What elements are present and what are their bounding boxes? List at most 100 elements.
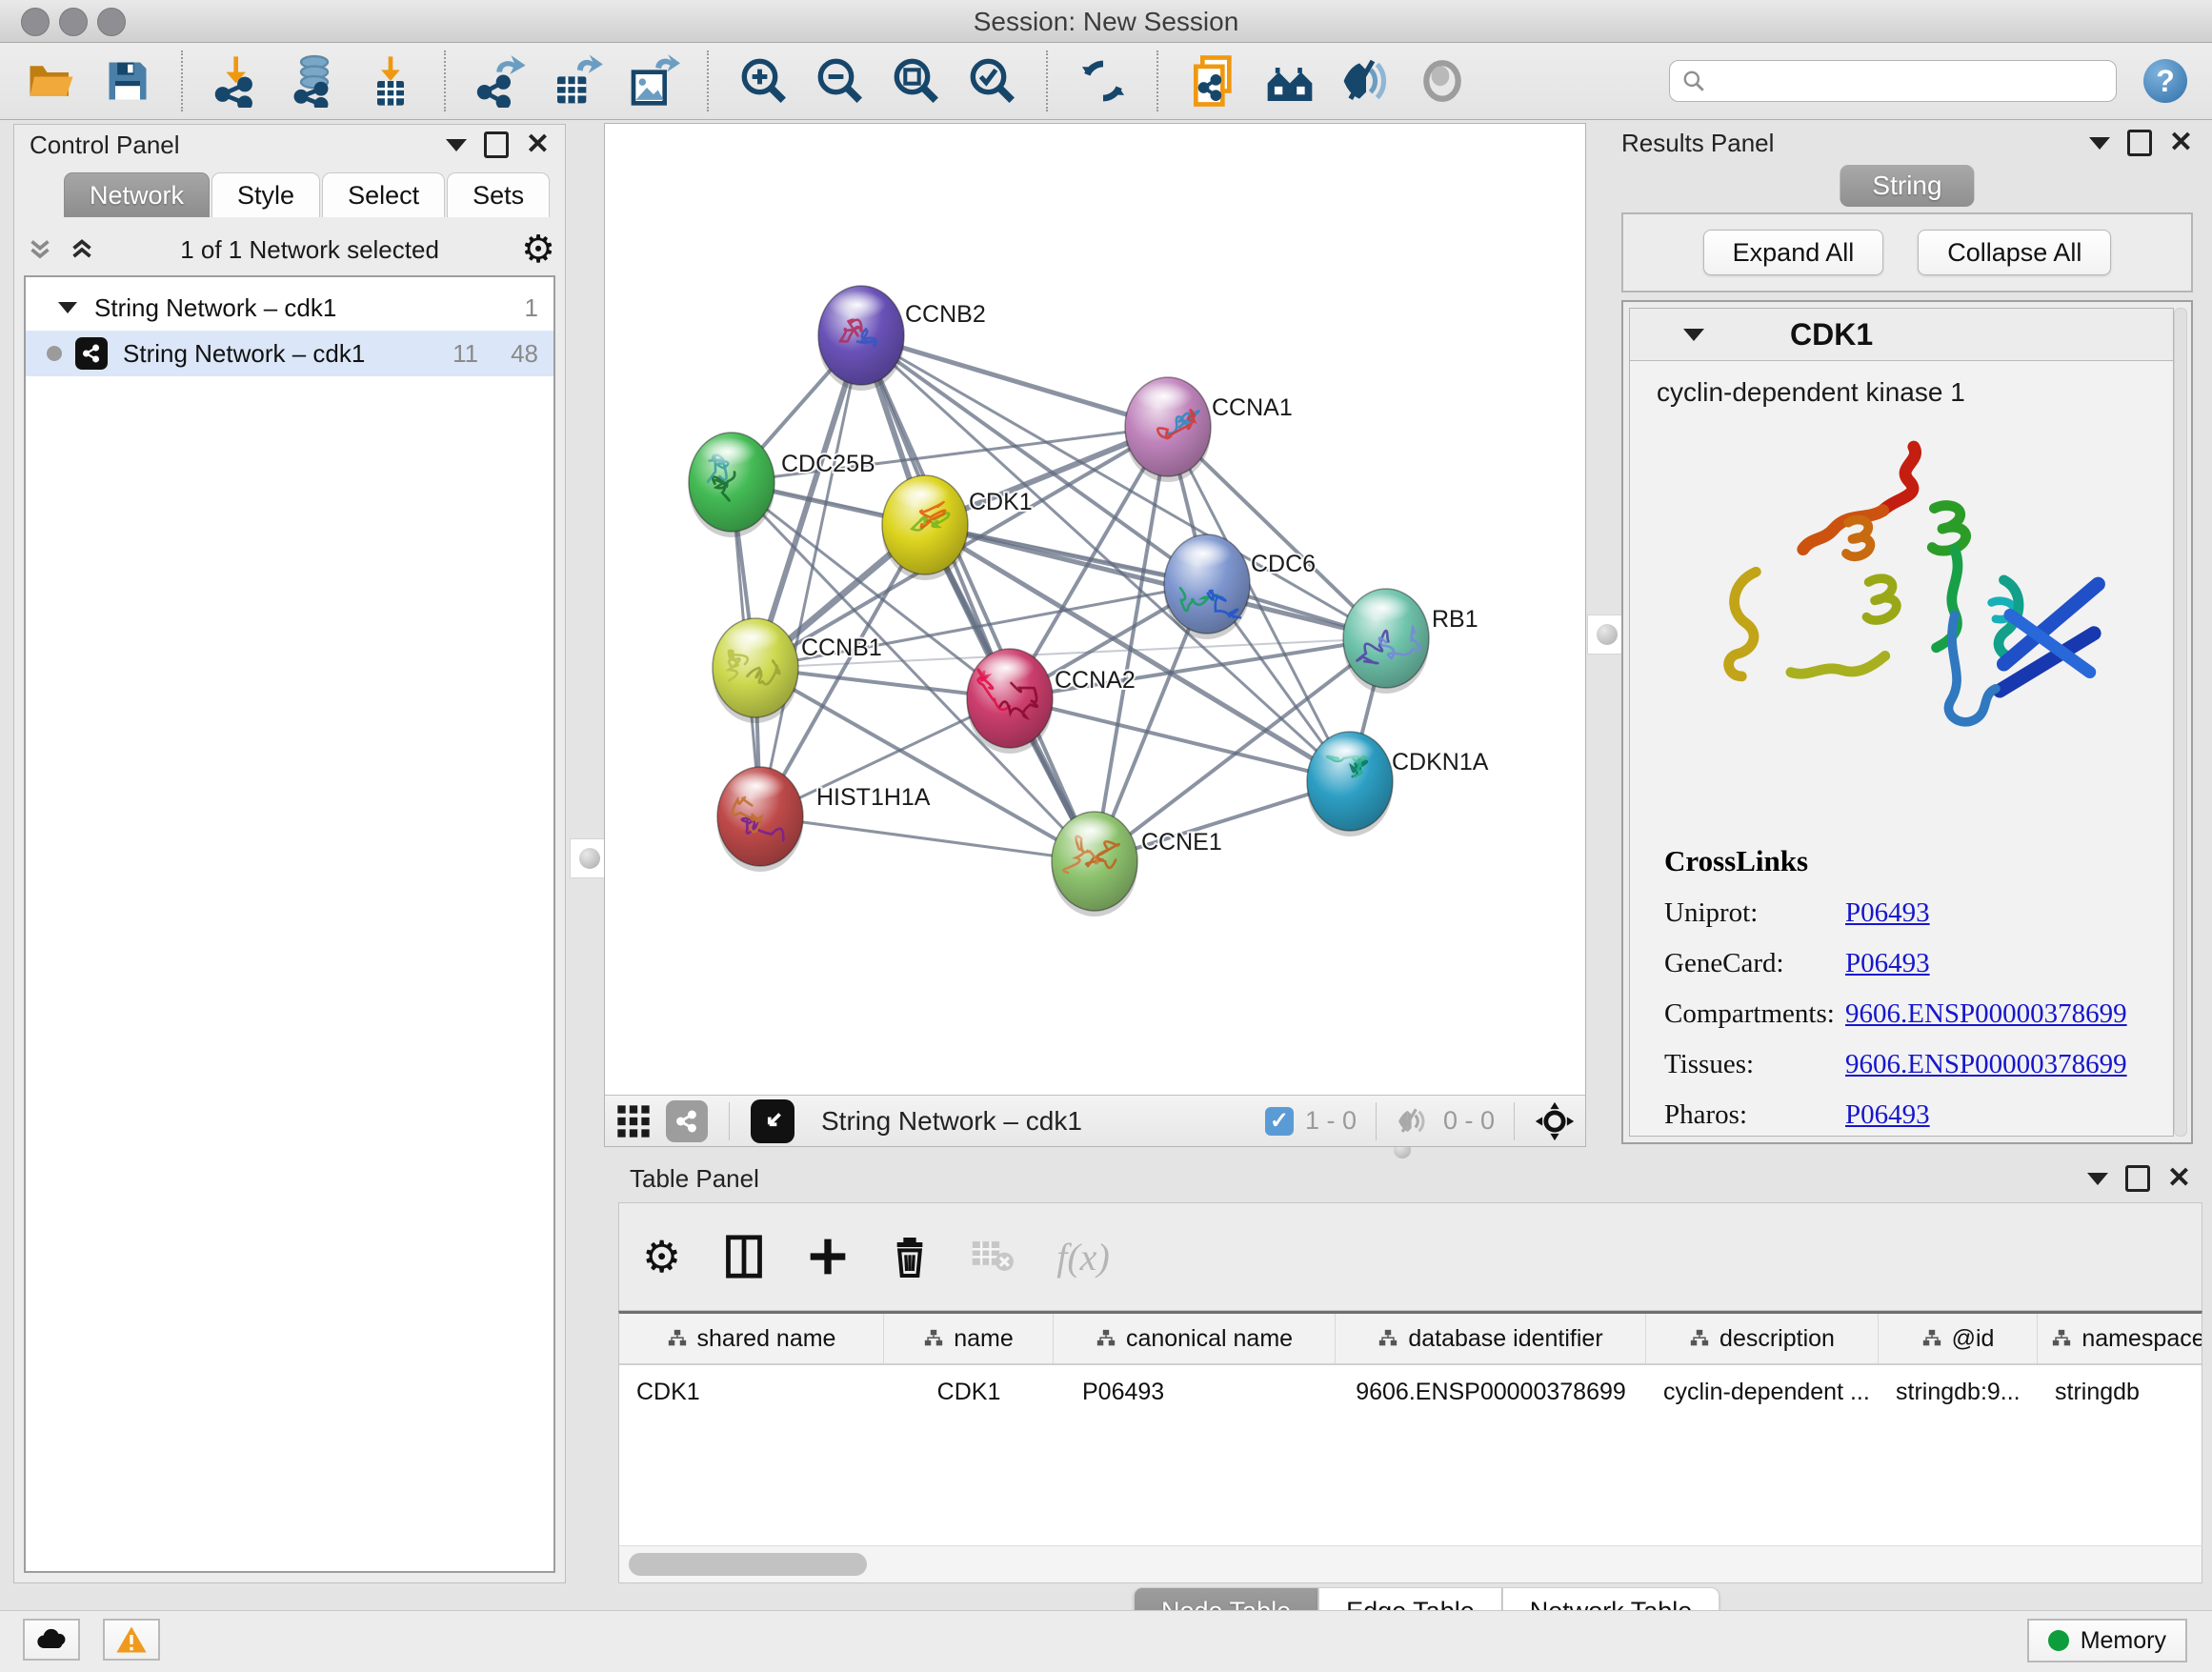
expand-all-icon[interactable]: [66, 233, 98, 266]
crosslink-link[interactable]: P06493: [1845, 948, 1930, 979]
help-button[interactable]: ?: [2143, 59, 2187, 103]
export-image-icon[interactable]: [627, 54, 680, 108]
tab-style[interactable]: Style: [211, 172, 320, 217]
open-session-icon[interactable]: [25, 54, 78, 108]
close-panel-icon[interactable]: ✕: [2167, 1164, 2191, 1193]
node-cdkn1a[interactable]: [1307, 732, 1393, 836]
node-rb1[interactable]: [1343, 589, 1429, 694]
node-ccnb1[interactable]: [713, 618, 798, 723]
collapse-all-icon[interactable]: [24, 233, 56, 266]
node-label: CCNE1: [1141, 829, 1222, 856]
control-panel-header: Control Panel ✕: [14, 125, 565, 165]
float-panel-icon[interactable]: [2127, 130, 2152, 156]
table-hscrollbar-thumb[interactable]: [629, 1553, 867, 1576]
import-network-icon[interactable]: [211, 54, 265, 108]
network-view-title: String Network – cdk1: [821, 1106, 1082, 1137]
add-column-icon[interactable]: [807, 1236, 849, 1278]
column-type-icon: [667, 1328, 688, 1349]
panel-menu-icon[interactable]: [2089, 137, 2110, 150]
node-cdc6[interactable]: [1164, 534, 1250, 639]
control-panel-title: Control Panel: [30, 131, 180, 160]
function-builder-icon: f(x): [1056, 1235, 1110, 1279]
warning-icon: [115, 1625, 148, 1654]
node-ccne1[interactable]: [1052, 812, 1137, 917]
warnings-button[interactable]: [103, 1619, 160, 1661]
network-row[interactable]: String Network – cdk1 11 48: [26, 331, 553, 376]
close-panel-icon[interactable]: ✕: [526, 131, 550, 159]
cloud-icon: [34, 1627, 69, 1652]
expand-all-button[interactable]: Expand All: [1703, 230, 1884, 275]
node-cdc25b[interactable]: [689, 433, 774, 537]
save-session-icon[interactable]: [101, 54, 154, 108]
search-box[interactable]: [1669, 60, 2117, 102]
zoom-fit-icon[interactable]: [890, 54, 943, 108]
column-header[interactable]: canonical name: [1054, 1314, 1336, 1363]
hide-unhide-icon[interactable]: [1339, 54, 1393, 108]
crosslink-label: Tissues:: [1664, 1049, 1845, 1080]
column-header[interactable]: name: [884, 1314, 1054, 1363]
export-table-icon[interactable]: [551, 54, 604, 108]
table-hscrollbar[interactable]: [618, 1545, 2202, 1583]
refresh-layout-icon[interactable]: [1076, 54, 1130, 108]
network-collection-row[interactable]: String Network – cdk1 1: [26, 285, 553, 331]
fit-content-icon[interactable]: [751, 1099, 794, 1143]
pan-crosshair-icon[interactable]: [1534, 1100, 1576, 1142]
card-expander-icon[interactable]: [1683, 329, 1704, 341]
column-header[interactable]: namespace: [2038, 1314, 2202, 1363]
birds-eye-view-icon[interactable]: [666, 1100, 708, 1142]
search-input[interactable]: [1714, 67, 2104, 95]
collapse-all-button[interactable]: Collapse All: [1918, 230, 2111, 275]
hidden-eye-icon[interactable]: [1396, 1103, 1432, 1139]
column-header[interactable]: description: [1646, 1314, 1879, 1363]
memory-button[interactable]: Memory: [2027, 1619, 2187, 1662]
column-header[interactable]: database identifier: [1336, 1314, 1646, 1363]
gray-eye-icon[interactable]: [1416, 54, 1469, 108]
panel-menu-icon[interactable]: [2087, 1173, 2108, 1185]
table-row[interactable]: CDK1 CDK1 P06493 9606.ENSP00000378699 cy…: [619, 1365, 2202, 1419]
tab-sets[interactable]: Sets: [447, 172, 550, 217]
panel-menu-icon[interactable]: [446, 139, 467, 151]
network-label: String Network – cdk1: [123, 339, 365, 369]
crosslink-link[interactable]: P06493: [1845, 1099, 1930, 1131]
crosslink-row: GeneCard: P06493: [1664, 948, 2154, 979]
zoom-in-icon[interactable]: [737, 54, 791, 108]
delete-column-icon[interactable]: [891, 1235, 929, 1279]
crosslink-link[interactable]: 9606.ENSP00000378699: [1845, 998, 2127, 1030]
show-columns-icon[interactable]: [723, 1234, 765, 1279]
tab-string[interactable]: String: [1840, 165, 1974, 207]
tab-select[interactable]: Select: [322, 172, 445, 217]
export-network-icon[interactable]: [474, 54, 528, 108]
collection-expander-icon[interactable]: [58, 302, 77, 313]
import-network-from-database-icon[interactable]: [288, 54, 341, 108]
node-ccna1[interactable]: [1125, 377, 1211, 482]
import-table-icon[interactable]: [364, 54, 417, 108]
string-results-box: CDK1 cyclin-dependent kinase 1: [1621, 300, 2193, 1144]
crosslink-link[interactable]: P06493: [1845, 897, 1930, 929]
node-ccna2[interactable]: [967, 649, 1053, 754]
column-type-icon: [2051, 1328, 2072, 1349]
column-header[interactable]: @id: [1879, 1314, 2038, 1363]
node-cdk1[interactable]: [882, 475, 968, 580]
automation-cloud-button[interactable]: [23, 1619, 80, 1661]
network-options-gear-icon[interactable]: ⚙: [521, 231, 555, 269]
float-panel-icon[interactable]: [484, 131, 509, 158]
selected-checkbox-icon[interactable]: ✓: [1265, 1107, 1294, 1136]
crosslink-link[interactable]: 9606.ENSP00000378699: [1845, 1049, 2127, 1080]
network-canvas[interactable]: CCNB2CCNA1CDC25BCDK1CDC6RB1CCNB1CCNA2CDK…: [605, 124, 1585, 1095]
column-header[interactable]: shared name: [619, 1314, 884, 1363]
close-panel-icon[interactable]: ✕: [2169, 129, 2193, 157]
zoom-out-icon[interactable]: [814, 54, 867, 108]
control-panel-tabs: Network Style Select Sets: [64, 172, 552, 217]
network-overview-icon[interactable]: [1263, 54, 1317, 108]
protein-card-header[interactable]: CDK1: [1630, 309, 2173, 361]
tab-network[interactable]: Network: [64, 172, 210, 217]
node-ccnb2[interactable]: [818, 286, 904, 391]
node-hist1h1a[interactable]: [717, 767, 803, 872]
zoom-selected-icon[interactable]: [966, 54, 1019, 108]
table-options-gear-icon[interactable]: ⚙: [642, 1235, 681, 1279]
results-scrollbar[interactable]: [2174, 308, 2187, 1137]
grid-view-icon[interactable]: [614, 1102, 653, 1140]
toolbar-divider: [1046, 50, 1050, 111]
clone-network-icon[interactable]: [1187, 54, 1240, 108]
float-panel-icon[interactable]: [2125, 1165, 2150, 1192]
